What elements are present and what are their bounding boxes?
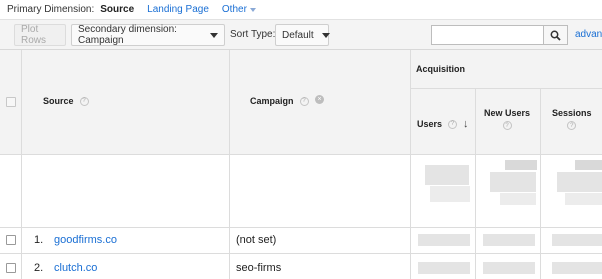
sort-type-dropdown[interactable]: Default: [275, 24, 330, 46]
blurred-value: [425, 165, 469, 185]
secondary-dimension-dropdown[interactable]: Secondary dimension: Campaign: [71, 24, 225, 46]
source-link[interactable]: goodfirms.co: [54, 234, 117, 246]
help-icon[interactable]: ?: [502, 121, 512, 130]
plot-rows-label: Plot Rows: [21, 24, 47, 46]
blurred-value: [557, 172, 602, 192]
blurred-value: [565, 193, 602, 205]
blurred-value: [552, 234, 602, 246]
search-button[interactable]: [544, 25, 568, 45]
column-header-new-users[interactable]: New Users ?: [484, 108, 530, 130]
blurred-value: [483, 234, 535, 246]
search-icon: [550, 30, 561, 41]
primary-dimension-source[interactable]: Source: [100, 4, 134, 15]
column-header-sessions[interactable]: Sessions ?: [552, 108, 592, 130]
help-icon[interactable]: ?: [567, 121, 577, 130]
help-icon[interactable]: ?: [448, 119, 458, 129]
row-checkbox[interactable]: [6, 263, 16, 273]
campaign-header-label: Campaign: [250, 96, 294, 106]
blurred-value: [483, 262, 535, 274]
chevron-down-icon: [249, 7, 256, 12]
blurred-value: [490, 172, 536, 192]
blurred-value: [552, 262, 602, 274]
campaign-value: seo-firms: [236, 262, 282, 274]
sort-type-label: Sort Type:: [230, 29, 276, 40]
totals-campaign-cell: [230, 155, 411, 227]
totals-source-cell: [22, 155, 230, 227]
other-label: Other: [221, 4, 247, 15]
column-header-campaign[interactable]: Campaign ?: [250, 96, 309, 106]
source-header-label: Source: [43, 96, 74, 106]
totals-checkbox-cell: [0, 155, 22, 227]
acquisition-header-label: Acquisition: [416, 64, 465, 74]
blurred-value: [505, 160, 537, 170]
row-index: 2.: [34, 262, 44, 274]
sort-type-value: Default: [282, 29, 314, 41]
divider: [411, 88, 602, 89]
primary-dimension-label: Primary Dimension:: [7, 4, 95, 15]
row-index: 1.: [34, 234, 44, 246]
primary-dimension-landing-page[interactable]: Landing Page: [147, 4, 209, 15]
secondary-dimension-label: Secondary dimension: Campaign: [78, 24, 177, 46]
chevron-down-icon: [210, 32, 218, 38]
select-all-checkbox[interactable]: [6, 97, 16, 107]
row-checkbox[interactable]: [6, 235, 16, 245]
column-header-source[interactable]: Source ?: [43, 96, 89, 106]
blurred-value: [418, 262, 470, 274]
advanced-filter-link[interactable]: advanced: [575, 29, 602, 40]
blurred-value: [500, 193, 536, 205]
primary-dimension-other-dropdown[interactable]: Other: [222, 4, 256, 15]
primary-dimension-bar: Primary Dimension: Source Landing Page O…: [0, 0, 602, 19]
source-link[interactable]: clutch.co: [54, 262, 97, 274]
column-group-acquisition: Acquisition: [416, 64, 465, 74]
new-users-header-label: New Users: [484, 108, 531, 118]
plot-rows-button[interactable]: Plot Rows: [14, 24, 66, 46]
remove-secondary-dimension-icon[interactable]: ×: [315, 95, 324, 104]
help-icon[interactable]: ?: [79, 96, 89, 106]
search-input[interactable]: [431, 25, 544, 45]
help-icon[interactable]: ?: [299, 96, 309, 106]
users-header-label: Users: [417, 119, 443, 129]
campaign-value: (not set): [236, 234, 277, 246]
chevron-down-icon: [321, 32, 330, 38]
blurred-value: [575, 160, 602, 170]
report-toolbar: Plot Rows Secondary dimension: Campaign …: [0, 19, 602, 50]
blurred-value: [418, 234, 470, 246]
blurred-value: [430, 186, 470, 202]
sort-descending-icon: ↓: [463, 118, 469, 130]
data-table: Source ? Campaign ? × Acquisition Users …: [0, 50, 602, 279]
column-header-users[interactable]: Users ? ↓: [417, 118, 469, 130]
sessions-header-label: Sessions: [552, 108, 592, 118]
